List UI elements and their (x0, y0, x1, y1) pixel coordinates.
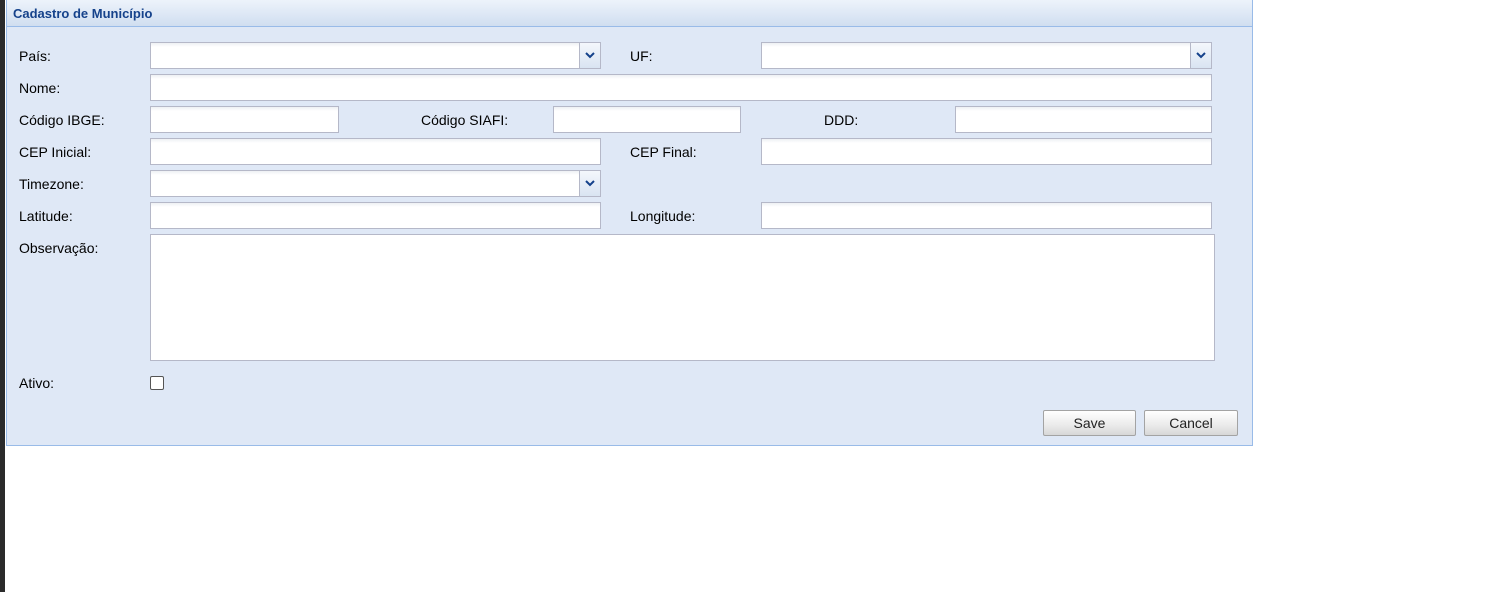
uf-label: UF: (630, 48, 653, 64)
ddd-field[interactable] (955, 106, 1212, 133)
window-left-edge (0, 0, 5, 592)
ativo-checkbox[interactable] (150, 376, 164, 390)
latitude-field[interactable] (150, 202, 601, 229)
pais-label: País: (19, 48, 51, 64)
save-button[interactable]: Save (1043, 410, 1136, 436)
timezone-combo[interactable] (150, 170, 601, 197)
ativo-label: Ativo: (19, 375, 55, 391)
cep-final-field[interactable] (761, 138, 1212, 165)
ddd-label: DDD: (824, 112, 859, 128)
latitude-label: Latitude: (19, 208, 73, 224)
nome-field[interactable] (150, 74, 1212, 101)
chevron-down-icon (585, 180, 595, 187)
pais-combo[interactable] (150, 42, 601, 69)
uf-combo-trigger[interactable] (1190, 43, 1211, 68)
timezone-label: Timezone: (19, 176, 84, 192)
timezone-combo-trigger[interactable] (579, 171, 600, 196)
codigo-siafi-field[interactable] (553, 106, 741, 133)
uf-combo[interactable] (761, 42, 1212, 69)
pais-combo-trigger[interactable] (579, 43, 600, 68)
chevron-down-icon (1196, 52, 1206, 59)
codigo-ibge-field[interactable] (150, 106, 339, 133)
observacao-textarea[interactable] (150, 234, 1215, 361)
codigo-siafi-label: Código SIAFI: (421, 112, 509, 128)
longitude-label: Longitude: (630, 208, 696, 224)
panel-header: Cadastro de Município (7, 0, 1252, 27)
cep-inicial-field[interactable] (150, 138, 601, 165)
chevron-down-icon (585, 52, 595, 59)
nome-label: Nome: (19, 80, 61, 96)
codigo-ibge-label: Código IBGE: (19, 112, 105, 128)
cep-inicial-label: CEP Inicial: (19, 144, 92, 160)
longitude-field[interactable] (761, 202, 1212, 229)
observacao-label: Observação: (19, 240, 99, 256)
cep-final-label: CEP Final: (630, 144, 697, 160)
cancel-button[interactable]: Cancel (1144, 410, 1238, 436)
panel-title: Cadastro de Município (13, 6, 153, 21)
